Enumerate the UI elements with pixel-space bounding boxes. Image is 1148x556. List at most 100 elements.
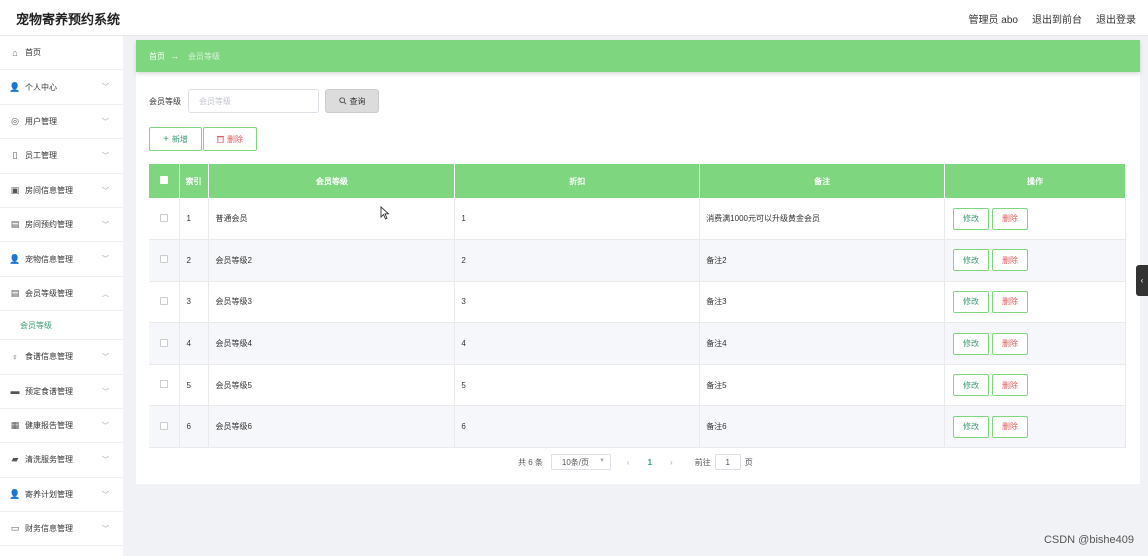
- back-to-front-link[interactable]: 退出到前台: [1032, 11, 1082, 26]
- cell-note: 备注6: [699, 405, 946, 449]
- row-checkbox[interactable]: [149, 405, 181, 449]
- sidebar-item[interactable]: ▰ 清洗服务管理 ﹀: [0, 443, 123, 478]
- page-size-select[interactable]: 10条/页 ▼: [550, 454, 611, 470]
- admin-user-label: 管理员 abo: [968, 15, 1018, 26]
- batch-delete-label: 删除: [227, 134, 243, 144]
- mic-icon: ♀: [11, 351, 19, 362]
- sidebar-item-label: 用户管理: [25, 116, 57, 126]
- sidebar-item-label: 员工管理: [25, 151, 57, 161]
- cell-index: 3: [179, 281, 210, 324]
- user-icon: 👤: [9, 488, 21, 499]
- breadcrumb-home[interactable]: 首页: [149, 51, 165, 62]
- sidebar-item[interactable]: ⌂ 首页: [0, 36, 123, 71]
- cell-note: 备注5: [699, 364, 946, 407]
- add-button[interactable]: + 新增: [149, 127, 202, 151]
- sidebar-item[interactable]: ▣ 房间信息管理 ﹀: [0, 174, 123, 208]
- column-header-index: 索引: [179, 164, 210, 198]
- sidebar-item[interactable]: ▦ 健康报告管理 ﹀: [0, 409, 123, 444]
- top-bar: 宠物寄养预约系统 管理员 abo 退出到前台 退出登录: [0, 0, 1148, 36]
- cell-level: 会员等级4: [208, 322, 456, 365]
- edit-button[interactable]: 修改: [953, 332, 990, 355]
- cell-discount: 5: [454, 364, 701, 407]
- badge-icon: ▯: [12, 150, 18, 161]
- sidebar-item-label: 健康报告管理: [25, 421, 73, 431]
- search-bar: 会员等级 会员等级 查询: [149, 89, 379, 113]
- edit-button[interactable]: 修改: [953, 290, 990, 313]
- sidebar-item[interactable]: 👤 寄养计划管理 ﹀: [0, 478, 123, 513]
- goto-page-input[interactable]: 1: [714, 454, 741, 470]
- delete-button[interactable]: 删除: [992, 374, 1029, 397]
- cell-note: 备注4: [699, 322, 946, 365]
- row-checkbox[interactable]: [149, 198, 181, 241]
- grid-icon: ▦: [10, 420, 20, 431]
- batch-delete-button[interactable]: 删除: [203, 127, 257, 151]
- edit-button[interactable]: 修改: [953, 207, 990, 230]
- column-header-actions: 操作: [944, 164, 1126, 198]
- cell-level: 会员等级6: [208, 405, 456, 449]
- column-header-note[interactable]: 备注: [699, 164, 946, 198]
- trash-icon: [217, 135, 224, 143]
- row-checkbox[interactable]: [149, 364, 181, 407]
- sidebar-item[interactable]: ♀ 食谱信息管理 ﹀: [0, 340, 123, 375]
- sidebar-item-label: 预定食谱管理: [25, 386, 73, 396]
- add-button-label: 新增: [171, 134, 188, 144]
- chevron-down-icon: ﹀: [102, 153, 109, 161]
- sidebar-item-label: 房间信息管理: [25, 185, 73, 195]
- table-body: 1 普通会员 1 消费满1000元可以升级黄金会员 修改 删除 2 会员等级2 2 备注2 修改 删除…: [149, 198, 1126, 449]
- next-page-button[interactable]: ›: [670, 458, 673, 467]
- table-row: 4 会员等级4 4 备注4 修改 删除: [149, 322, 1126, 365]
- sidebar-item[interactable]: ▯ 员工管理 ﹀: [0, 139, 123, 174]
- sidebar-item-label: 财务信息管理: [25, 524, 73, 534]
- delete-button[interactable]: 删除: [992, 332, 1029, 355]
- chevron-down-icon: ﹀: [102, 84, 109, 92]
- sidebar-item[interactable]: ▤ 房间预约管理 ﹀: [0, 208, 123, 243]
- chevron-down-icon: ▼: [598, 458, 605, 464]
- cell-note: 备注2: [699, 239, 946, 282]
- member-level-search-input[interactable]: 会员等级: [188, 89, 319, 113]
- table-row: 5 会员等级5 5 备注5 修改 删除: [149, 364, 1126, 407]
- sidebar-item[interactable]: ▭ 财务信息管理 ﹀: [0, 512, 123, 547]
- sidebar-item[interactable]: ◎ 用户管理 ﹀: [0, 105, 123, 140]
- logout-link[interactable]: 退出登录: [1096, 11, 1136, 26]
- sidebar-item[interactable]: 👤 个人中心 ﹀: [0, 70, 123, 105]
- select-all-checkbox[interactable]: [149, 164, 181, 198]
- cell-discount: 3: [454, 281, 701, 324]
- prev-page-button[interactable]: ‹: [627, 458, 630, 467]
- page-number-1[interactable]: 1: [648, 458, 652, 467]
- cell-note: 备注3: [699, 281, 946, 324]
- sidebar-item[interactable]: ▬ 预定食谱管理 ﹀: [0, 375, 123, 409]
- edit-button[interactable]: 修改: [953, 249, 990, 272]
- delete-button[interactable]: 删除: [992, 290, 1029, 313]
- column-header-discount[interactable]: 折扣: [454, 164, 701, 198]
- user-icon: 👤: [9, 81, 21, 92]
- member-level-table: 索引 会员等级 折扣 备注 操作 1 普通会员 1 消费满1000元可以升级黄金会员修…: [149, 164, 1126, 449]
- sidebar-item-label: 会员等级管理: [25, 288, 73, 298]
- row-checkbox[interactable]: [149, 281, 181, 324]
- sidebar-subitem-member-level[interactable]: 会员等级: [0, 311, 123, 341]
- breadcrumb: 首页 → 会员等级: [136, 40, 1140, 72]
- sidebar-item[interactable]: ▤ 会员等级管理 ︿: [0, 277, 123, 312]
- user-icon: 👤: [9, 253, 21, 264]
- cell-actions: 修改 删除: [944, 364, 1126, 407]
- delete-button[interactable]: 删除: [992, 415, 1029, 438]
- query-button[interactable]: 查询: [325, 89, 379, 113]
- clipboard-icon: ▤: [10, 287, 20, 298]
- sidebar-item-label: 食谱信息管理: [25, 352, 73, 362]
- delete-button[interactable]: 删除: [992, 249, 1029, 272]
- top-right-menu: 管理员 abo 退出到前台 退出登录: [969, 11, 1136, 26]
- chevron-down-icon: ﹀: [102, 457, 109, 465]
- chevron-down-icon: ﹀: [102, 388, 109, 396]
- column-header-level[interactable]: 会员等级: [208, 164, 456, 198]
- delete-button[interactable]: 删除: [992, 207, 1029, 230]
- cell-discount: 4: [454, 322, 701, 365]
- collapse-panel-tab[interactable]: ‹: [1136, 265, 1148, 296]
- edit-button[interactable]: 修改: [953, 374, 990, 397]
- table-row: 6 会员等级6 6 备注6 修改 删除: [149, 405, 1126, 449]
- sidebar-item-label: 房间预约管理: [25, 220, 73, 230]
- row-checkbox[interactable]: [149, 239, 181, 282]
- main-panel: 首页 → 会员等级 会员等级 会员等级 查询 + 新增 删除 索引 会员等级 折…: [136, 40, 1140, 484]
- row-checkbox[interactable]: [149, 322, 181, 365]
- edit-button[interactable]: 修改: [953, 415, 990, 438]
- sidebar-item[interactable]: 👤 宠物信息管理 ﹀: [0, 242, 123, 277]
- table-header-row: 索引 会员等级 折扣 备注 操作: [149, 164, 1126, 198]
